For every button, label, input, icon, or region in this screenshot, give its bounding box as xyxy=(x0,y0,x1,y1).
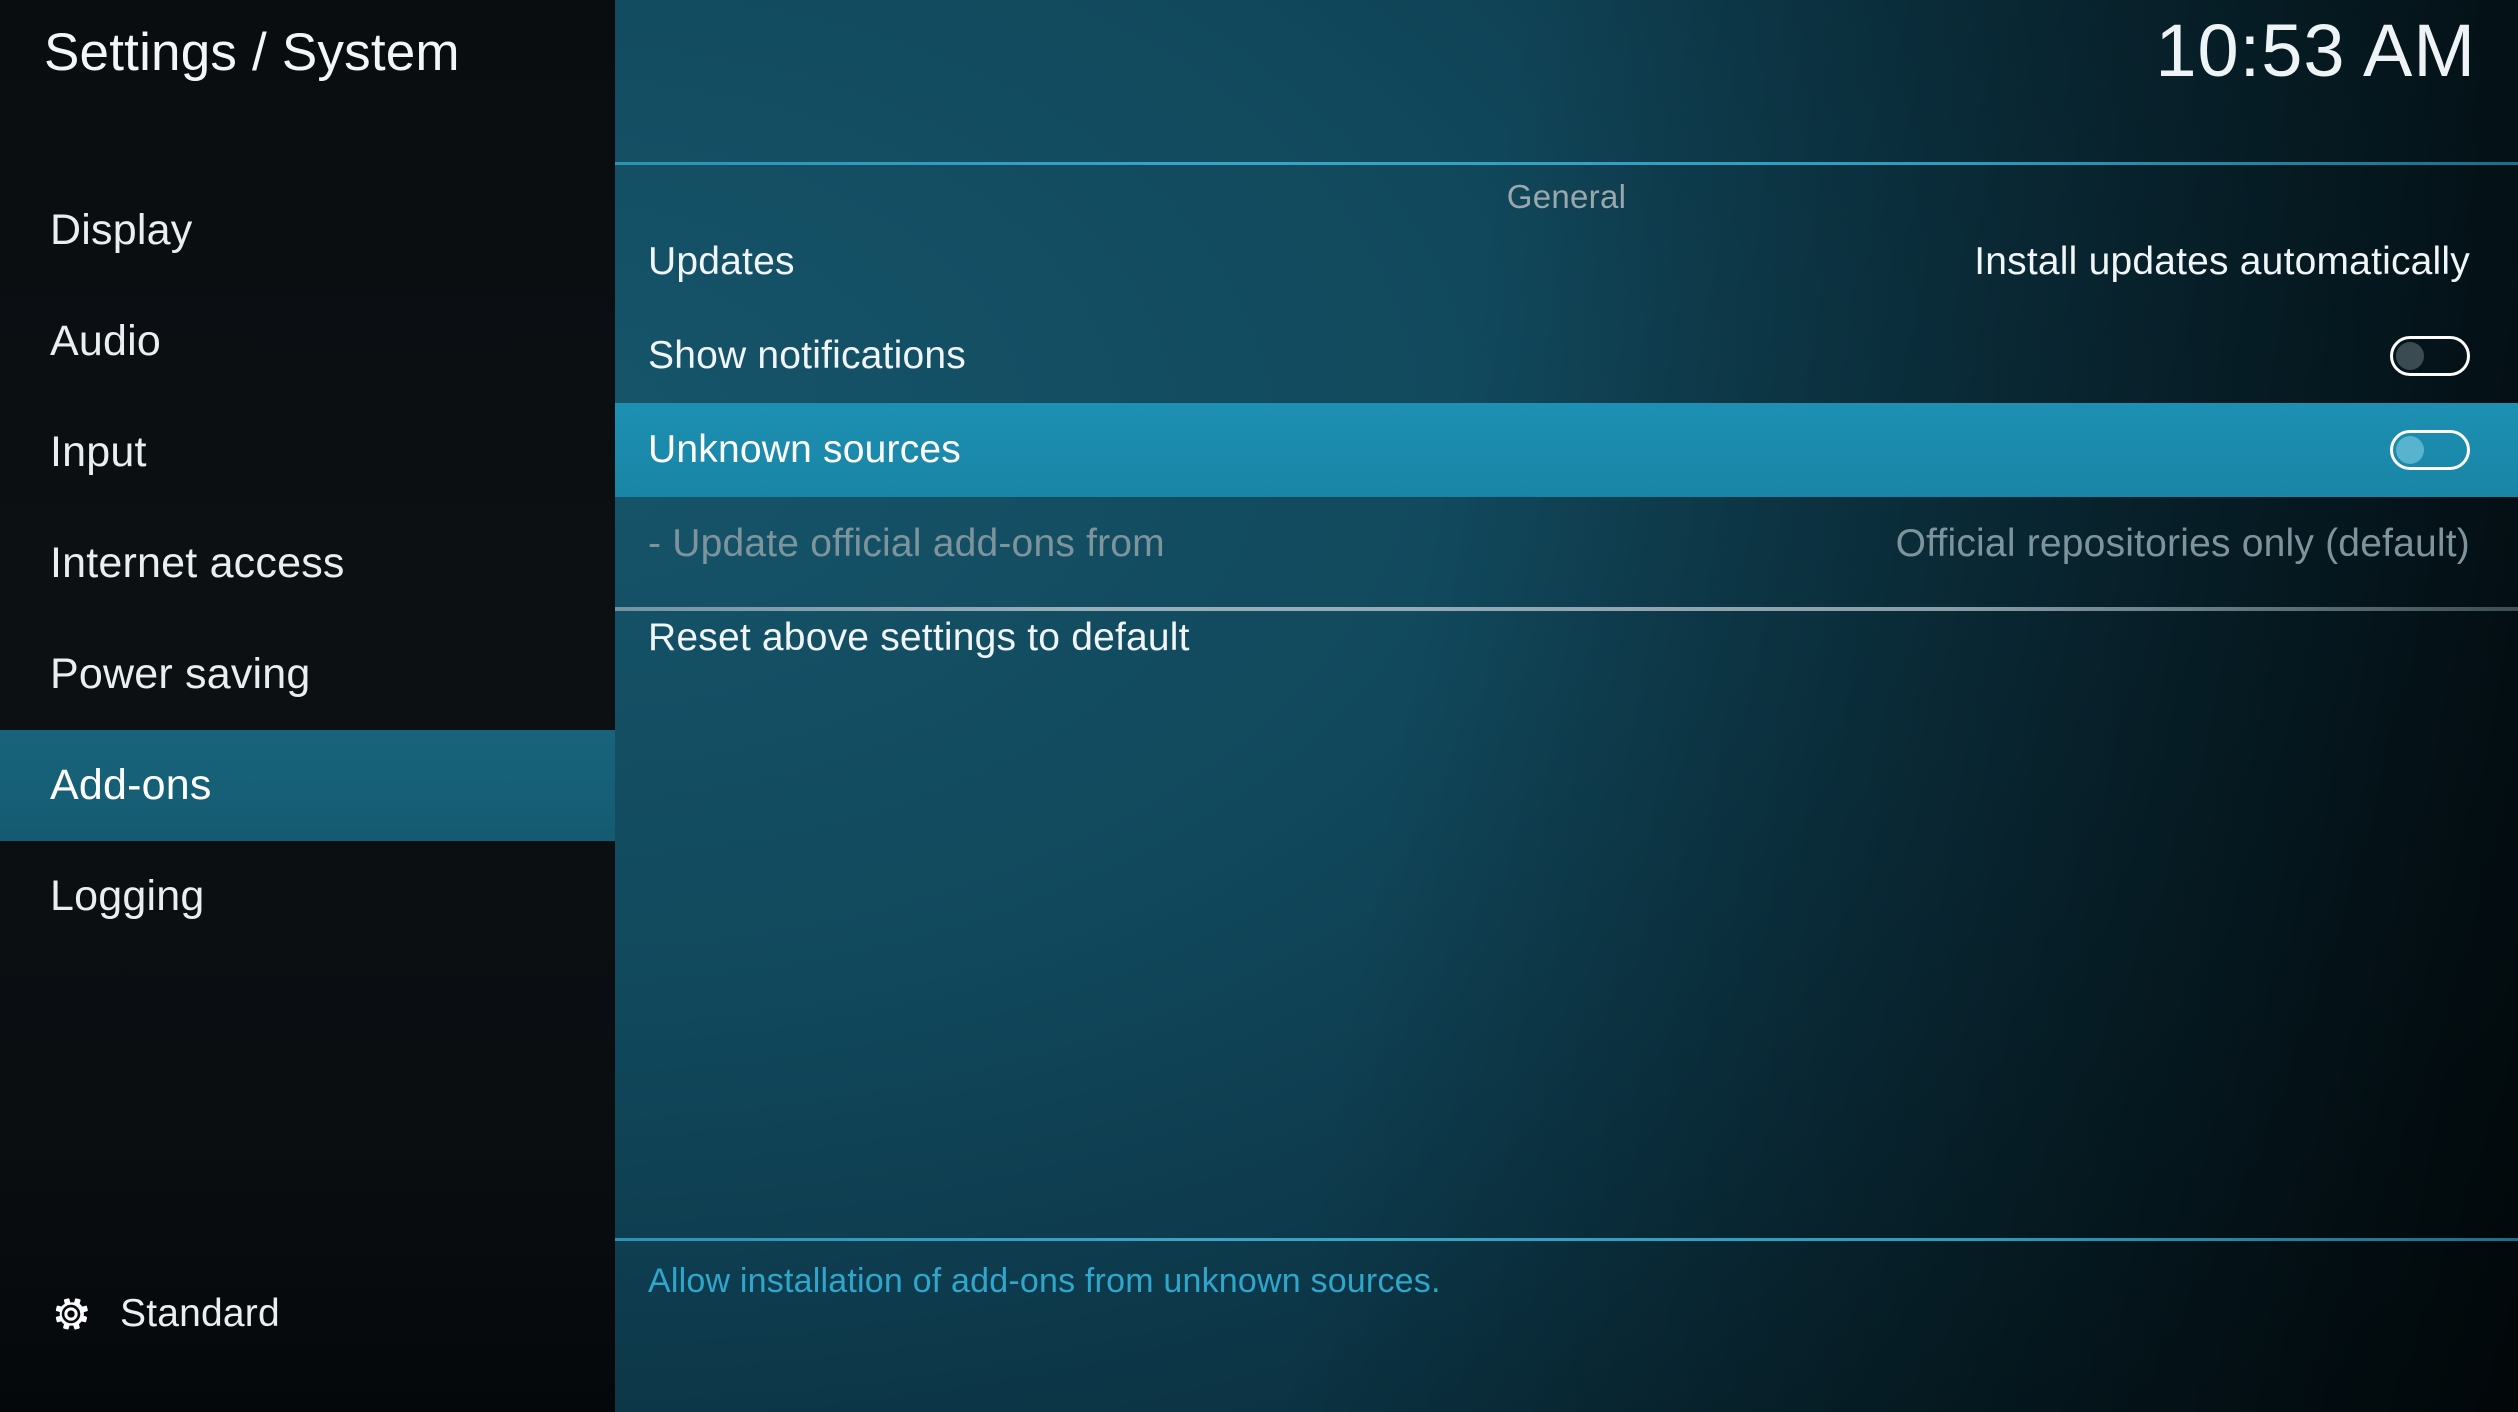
sidebar: Settings / System Display Audio Input In… xyxy=(0,0,615,1412)
kodi-settings-window: Settings / System Display Audio Input In… xyxy=(0,0,2518,1412)
sidebar-item-label: Audio xyxy=(50,317,161,365)
sidebar-item-label: Power saving xyxy=(50,650,311,698)
sidebar-category-list: Display Audio Input Internet access Powe… xyxy=(0,175,615,952)
toggle-switch-show-notifications[interactable] xyxy=(2390,336,2470,376)
setting-label: Updates xyxy=(648,240,795,283)
sidebar-item-audio[interactable]: Audio xyxy=(0,286,615,397)
bottom-divider xyxy=(615,1238,2518,1241)
clock: 10:53 AM xyxy=(2155,9,2476,92)
sidebar-item-label: Internet access xyxy=(50,539,345,587)
setting-label: Reset above settings to default xyxy=(648,616,1190,659)
gear-icon xyxy=(50,1293,92,1335)
setting-label: - Update official add-ons from xyxy=(648,522,1165,565)
settings-level-button[interactable]: Standard xyxy=(50,1292,280,1336)
setting-label: Show notifications xyxy=(648,334,966,377)
settings-content-panel: General Updates Install updates automati… xyxy=(615,0,2518,1412)
setting-row-update-official-add-ons-from: - Update official add-ons from Official … xyxy=(615,497,2518,591)
setting-value: Official repositories only (default) xyxy=(1895,522,2470,565)
toggle-knob xyxy=(2396,342,2424,370)
setting-row-show-notifications[interactable]: Show notifications xyxy=(615,309,2518,403)
settings-row-list: Updates Install updates automatically Sh… xyxy=(615,215,2518,685)
sidebar-item-input[interactable]: Input xyxy=(0,397,615,508)
sidebar-item-display[interactable]: Display xyxy=(0,175,615,286)
setting-row-reset-to-default[interactable]: Reset above settings to default xyxy=(615,591,2518,685)
sidebar-item-power-saving[interactable]: Power saving xyxy=(0,619,615,730)
sidebar-item-add-ons[interactable]: Add-ons xyxy=(0,730,615,841)
top-divider xyxy=(615,162,2518,165)
section-divider xyxy=(615,607,2518,611)
setting-row-unknown-sources[interactable]: Unknown sources xyxy=(615,403,2518,497)
page-title: Settings / System xyxy=(44,23,460,82)
sidebar-item-internet-access[interactable]: Internet access xyxy=(0,508,615,619)
setting-help-text: Allow installation of add-ons from unkno… xyxy=(648,1262,1441,1300)
sidebar-item-label: Logging xyxy=(50,872,205,920)
sidebar-item-label: Display xyxy=(50,206,193,254)
sidebar-item-label: Add-ons xyxy=(50,761,212,809)
setting-value: Install updates automatically xyxy=(1974,240,2470,283)
setting-label: Unknown sources xyxy=(648,428,961,471)
sidebar-item-label: Input xyxy=(50,428,147,476)
toggle-switch-unknown-sources[interactable] xyxy=(2390,430,2470,470)
toggle-knob xyxy=(2396,436,2424,464)
settings-group-title: General xyxy=(1506,178,1627,215)
settings-level-label: Standard xyxy=(120,1292,280,1335)
setting-row-updates[interactable]: Updates Install updates automatically xyxy=(615,215,2518,309)
sidebar-item-logging[interactable]: Logging xyxy=(0,841,615,952)
